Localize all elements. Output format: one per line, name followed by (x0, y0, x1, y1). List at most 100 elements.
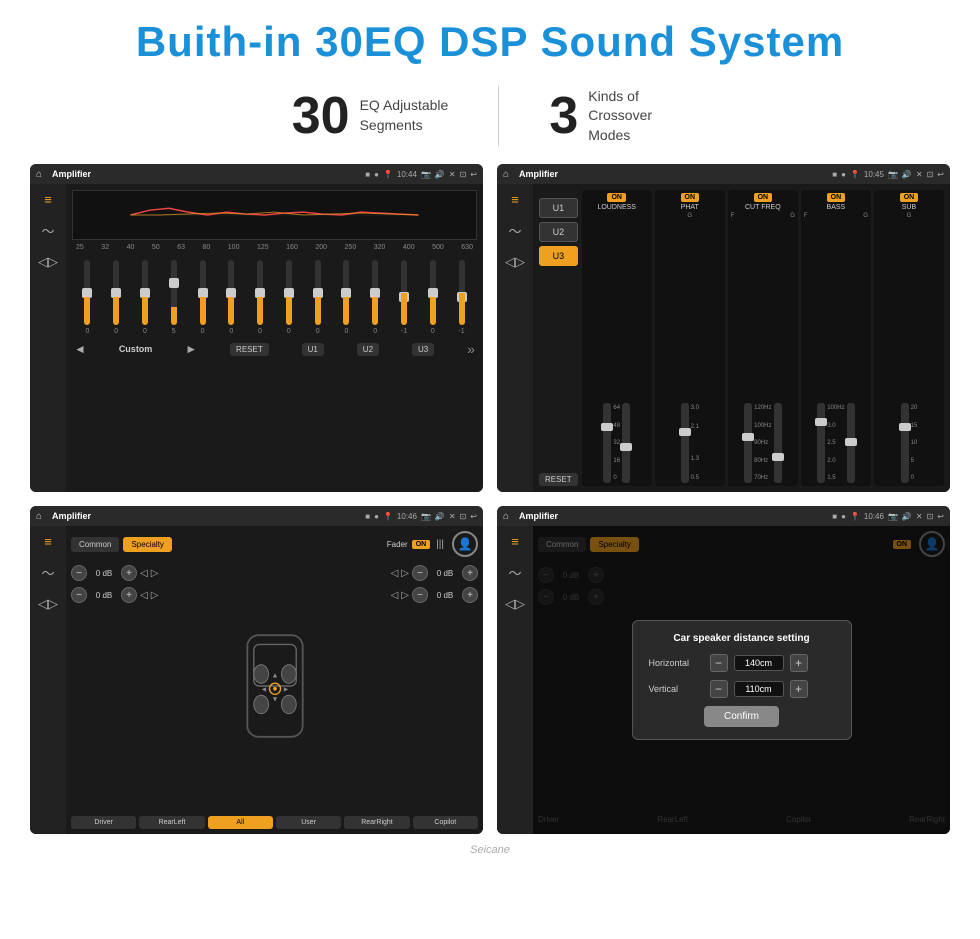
eq-icon-4[interactable]: ≡ (511, 534, 519, 549)
cutfreq-slider-2[interactable] (774, 403, 782, 483)
speaker-icon-1[interactable]: ◁▷ (38, 254, 58, 270)
vertical-minus[interactable]: − (710, 680, 728, 698)
u1-crossover[interactable]: U1 (539, 198, 578, 218)
cutfreq-thumb-2[interactable] (772, 453, 784, 461)
eq-track-3[interactable] (171, 260, 177, 325)
wave-icon-3[interactable]: 〜 (41, 563, 54, 582)
u2-btn[interactable]: U2 (357, 343, 379, 356)
loudness-thumb-2[interactable] (620, 443, 632, 451)
sub-slider[interactable] (901, 403, 909, 483)
specialty-tab-3[interactable]: Specialty (123, 537, 171, 552)
eq-track-5[interactable] (228, 260, 234, 325)
u3-btn[interactable]: U3 (412, 343, 434, 356)
eq-track-6[interactable] (257, 260, 263, 325)
reset-btn[interactable]: RESET (230, 343, 269, 356)
eq-track-13[interactable] (459, 260, 465, 325)
eq-fill-2 (142, 297, 148, 325)
eq-track-11[interactable] (401, 260, 407, 325)
bass-slider-2[interactable] (847, 403, 855, 483)
pin-icon-1: 📍 (383, 170, 393, 179)
scroll-right[interactable]: » (467, 341, 475, 357)
copilot-btn[interactable]: Copilot (413, 816, 478, 829)
fader-on-3[interactable]: ON (412, 540, 431, 549)
eq-track-2[interactable] (142, 260, 148, 325)
rl-plus[interactable]: + (121, 587, 137, 603)
home-icon-3[interactable]: ⌂ (36, 511, 42, 522)
home-icon-1[interactable]: ⌂ (36, 169, 42, 180)
bass-thumb-1[interactable] (815, 418, 827, 426)
common-tab-3[interactable]: Common (71, 537, 119, 552)
eq-icon-2[interactable]: ≡ (511, 192, 519, 207)
home-icon-2[interactable]: ⌂ (503, 169, 509, 180)
speaker-icon-3[interactable]: ◁▷ (38, 596, 58, 612)
rearright-btn[interactable]: RearRight (344, 816, 409, 829)
eq-lbl-14: 630 (461, 244, 473, 251)
wave-icon-2[interactable]: 〜 (508, 221, 521, 240)
bass-thumb-2[interactable] (845, 438, 857, 446)
back-icon-2[interactable]: ↩ (937, 170, 944, 179)
all-btn[interactable]: All (208, 816, 273, 829)
topbar-title-1: Amplifier (52, 169, 359, 179)
window-icon-3: ⊡ (460, 512, 467, 521)
loudness-slider-1[interactable] (603, 403, 611, 483)
fl-plus[interactable]: + (121, 565, 137, 581)
confirm-button[interactable]: Confirm (704, 706, 779, 727)
cutfreq-slider-1[interactable] (744, 403, 752, 483)
eq-track-1[interactable] (113, 260, 119, 325)
loudness-slider-2[interactable] (622, 403, 630, 483)
rl-minus[interactable]: − (71, 587, 87, 603)
eq-thumb-3[interactable] (169, 278, 179, 288)
fl-minus[interactable]: − (71, 565, 87, 581)
horizontal-minus[interactable]: − (710, 654, 728, 672)
cutfreq-thumb-1[interactable] (742, 433, 754, 441)
bass-sliders: 100Hz 3.0 2.5 2.0 1.5 (817, 221, 854, 483)
wave-icon-4[interactable]: 〜 (508, 563, 521, 582)
user-icon-3[interactable]: 👤 (452, 531, 478, 557)
eq-val-9: 0 (344, 328, 348, 335)
eq-track-8[interactable] (315, 260, 321, 325)
rr-plus[interactable]: + (462, 587, 478, 603)
fr-minus[interactable]: − (412, 565, 428, 581)
bass-slider-1[interactable] (817, 403, 825, 483)
phat-slider[interactable] (681, 403, 689, 483)
u1-btn[interactable]: U1 (302, 343, 324, 356)
phat-on-btn[interactable]: ON (681, 193, 700, 202)
fl-speaker-icon2: ▷ (151, 568, 159, 579)
cutfreq-on-btn[interactable]: ON (754, 193, 773, 202)
bass-on-btn[interactable]: ON (827, 193, 846, 202)
eq-track-7[interactable] (286, 260, 292, 325)
user-btn[interactable]: User (276, 816, 341, 829)
eq-icon-1[interactable]: ≡ (44, 192, 52, 207)
eq-track-4[interactable] (200, 260, 206, 325)
loudness-on-btn[interactable]: ON (607, 193, 626, 202)
driver-btn[interactable]: Driver (71, 816, 136, 829)
speaker-icon-2[interactable]: ◁▷ (505, 254, 525, 270)
back-icon-4[interactable]: ↩ (937, 512, 944, 521)
fr-plus[interactable]: + (462, 565, 478, 581)
wave-icon-1[interactable]: 〜 (41, 221, 54, 240)
prev-btn[interactable]: ◄ (74, 342, 86, 356)
eq-track-10[interactable] (372, 260, 378, 325)
vertical-plus[interactable]: + (790, 680, 808, 698)
right-controls: ◁ ▷ − 0 dB + ◁ ▷ − 0 dB + (391, 565, 478, 806)
rr-minus[interactable]: − (412, 587, 428, 603)
sub-on-btn[interactable]: ON (900, 193, 919, 202)
next-btn[interactable]: ► (185, 342, 197, 356)
speaker-icon-4[interactable]: ◁▷ (505, 596, 525, 612)
phat-thumb[interactable] (679, 428, 691, 436)
sub-thumb[interactable] (899, 423, 911, 431)
eq-track-0[interactable] (84, 260, 90, 325)
u2-crossover[interactable]: U2 (539, 222, 578, 242)
bass-scale: 100Hz 3.0 2.5 2.0 1.5 (827, 403, 844, 483)
back-icon-1[interactable]: ↩ (470, 170, 477, 179)
loudness-thumb-1[interactable] (601, 423, 613, 431)
home-icon-4[interactable]: ⌂ (503, 511, 509, 522)
eq-icon-3[interactable]: ≡ (44, 534, 52, 549)
back-icon-3[interactable]: ↩ (470, 512, 477, 521)
eq-track-9[interactable] (343, 260, 349, 325)
horizontal-plus[interactable]: + (790, 654, 808, 672)
rearleft-btn[interactable]: RearLeft (139, 816, 204, 829)
u3-crossover[interactable]: U3 (539, 246, 578, 266)
eq-track-12[interactable] (430, 260, 436, 325)
reset-crossover[interactable]: RESET (539, 473, 578, 486)
